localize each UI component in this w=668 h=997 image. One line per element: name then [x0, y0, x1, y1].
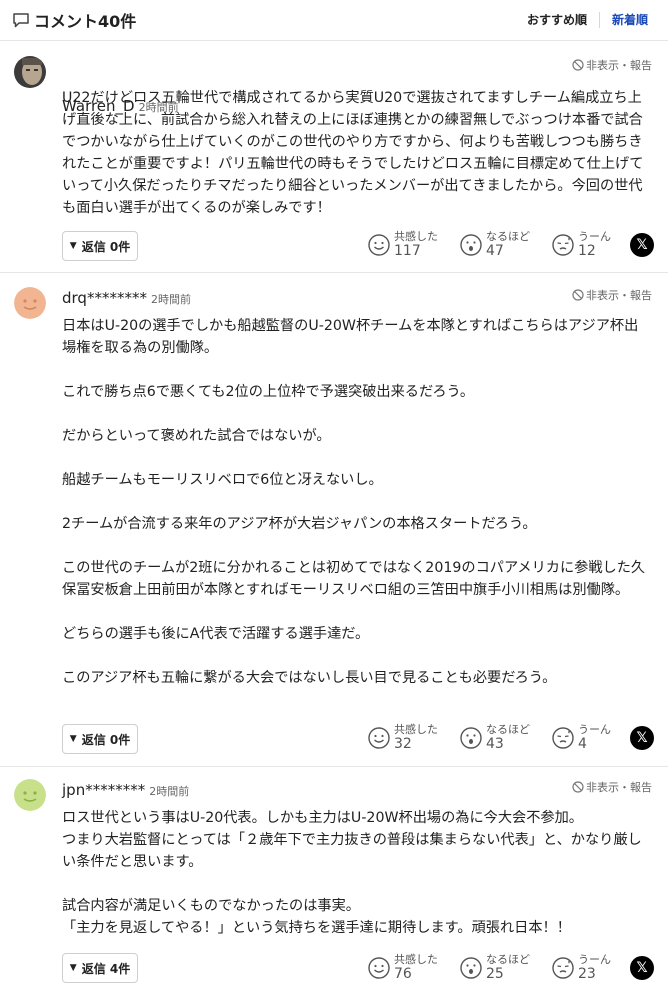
empathy-label: 共感した	[394, 953, 438, 966]
comment-body: U22だけどロス五輪世代で構成されてるから実質U20で選抜されてますしチーム編成…	[62, 87, 652, 219]
report-label: 非表示・報告	[586, 781, 652, 794]
comment-paragraph: このアジア杯も五輪に繋がる大会ではないし長い目で見ることも必要だろう。	[62, 670, 557, 686]
author-line: drq******** 2時間前	[62, 289, 191, 307]
sort-recommended-button[interactable]: おすすめ順	[527, 11, 587, 28]
comment-paragraph: 2チームが合流する来年のアジア杯が大岩ジャパンの本格スタートだろう。	[62, 516, 537, 532]
empathy-count: 32	[394, 736, 412, 752]
smile-face-icon	[368, 956, 390, 979]
empathy-button[interactable]: 共感した 117	[368, 230, 446, 259]
empathy-label: 共感した	[394, 230, 438, 243]
report-button[interactable]: 非表示・報告	[572, 779, 652, 795]
empathy-button[interactable]: 共感した 32	[368, 723, 446, 752]
sweat-face-icon	[552, 956, 574, 979]
author-line: jpn******** 2時間前	[62, 781, 189, 799]
empathy-button[interactable]: 共感した 76	[368, 953, 446, 982]
comment-paragraph: どちらの選手も後にA代表で活躍する選手達だ。	[62, 626, 370, 642]
insight-count: 25	[486, 966, 504, 982]
comment-paragraph: 日本はU-20の選手でしかも船越監督のU-20W杯チームを本隊とすればこちらはア…	[62, 318, 639, 356]
empathy-label: 共感した	[394, 723, 438, 736]
avatar[interactable]	[14, 287, 46, 319]
reply-count: 返信 4件	[81, 961, 131, 976]
hmm-button[interactable]: うーん 23	[552, 953, 626, 982]
insight-label: なるほど	[486, 723, 530, 736]
comment-paragraph: 船越チームもモーリスリベロで6位と冴えないし。	[62, 472, 383, 488]
default-avatar-icon	[14, 779, 46, 811]
comments-header: コメント40件 おすすめ順 新着順	[0, 0, 668, 41]
report-label: 非表示・報告	[586, 59, 652, 72]
hmm-label: うーん	[578, 723, 611, 736]
x-share-icon[interactable]: 𝕏	[630, 725, 654, 750]
reply-count: 返信 0件	[81, 239, 131, 254]
comment-paragraph: だからといって褒めれた試合ではないが。	[62, 428, 331, 444]
insight-button[interactable]: なるほど 25	[460, 953, 538, 982]
surprised-face-icon	[460, 956, 482, 979]
sort-options: おすすめ順 新着順	[527, 11, 648, 28]
avatar-photo-icon	[14, 56, 46, 88]
reaction-bar: 共感した 117 なるほど 47 うーん 12 𝕏	[368, 230, 654, 259]
reply-count: 返信 0件	[81, 732, 131, 747]
comment-item: drq******** 2時間前 非表示・報告 日本はU-20の選手でしかも船越…	[0, 272, 668, 766]
report-label: 非表示・報告	[586, 289, 652, 302]
hmm-label: うーん	[578, 230, 611, 243]
hmm-count: 12	[578, 243, 596, 259]
comment-paragraph: ロス世代という事はU-20代表。しかも主力はU-20W杯出場の為に今大会不参加。…	[62, 810, 642, 870]
comment-paragraph: この世代のチームが2班に分かれることは初めてではなく2019のコパアメリカに参戦…	[62, 560, 646, 598]
hmm-label: うーん	[578, 953, 611, 966]
reaction-bar: 共感した 76 なるほど 25 うーん 23 𝕏	[368, 953, 654, 982]
comment-item: Warren_D 2時間前 非表示・報告 U22だけどロス五輪世代で構成されてる…	[0, 41, 668, 272]
smile-face-icon	[368, 726, 390, 749]
post-time: 2時間前	[149, 785, 190, 798]
comment-item: jpn******** 2時間前 非表示・報告 ロス世代という事はU-20代表。…	[0, 766, 668, 997]
x-share-icon[interactable]: 𝕏	[630, 232, 654, 257]
comment-paragraph: 試合内容が満足いくものでなかったのは事実。 「主力を見返してやる！」という気持ち…	[62, 898, 571, 936]
surprised-face-icon	[460, 233, 482, 256]
sweat-face-icon	[552, 726, 574, 749]
hmm-button[interactable]: うーん 4	[552, 723, 626, 752]
sweat-face-icon	[552, 233, 574, 256]
comments-title: コメント40件	[34, 12, 137, 31]
default-avatar-icon	[14, 287, 46, 319]
reply-button[interactable]: ▼ 返信 4件	[62, 953, 138, 983]
insight-button[interactable]: なるほど 47	[460, 230, 538, 259]
reaction-bar: 共感した 32 なるほど 43 うーん 4 𝕏	[368, 723, 654, 752]
report-button[interactable]: 非表示・報告	[572, 287, 652, 303]
hmm-count: 23	[578, 966, 596, 982]
hide-icon	[572, 289, 584, 301]
report-button[interactable]: 非表示・報告	[572, 57, 652, 73]
avatar[interactable]	[14, 56, 46, 88]
avatar[interactable]	[14, 779, 46, 811]
comment-bubble-icon	[13, 13, 29, 28]
x-share-icon[interactable]: 𝕏	[630, 955, 654, 980]
comment-body: ロス世代という事はU-20代表。しかも主力はU-20W杯出場の為に今大会不参加。…	[62, 807, 652, 939]
hide-icon	[572, 59, 584, 71]
comment-body: 日本はU-20の選手でしかも船越監督のU-20W杯チームを本隊とすればこちらはア…	[62, 315, 652, 689]
chevron-down-icon: ▼	[69, 241, 77, 251]
hmm-count: 4	[578, 736, 587, 752]
sort-newest-button[interactable]: 新着順	[612, 11, 648, 28]
comments-title-wrap: コメント40件	[12, 8, 136, 32]
chevron-down-icon: ▼	[69, 963, 77, 973]
hmm-button[interactable]: うーん 12	[552, 230, 626, 259]
comment-paragraph: これで勝ち点6で悪くても2位の上位枠で予選突破出来るだろう。	[62, 384, 475, 400]
author-name[interactable]: jpn********	[62, 781, 145, 799]
empathy-count: 117	[394, 243, 421, 259]
insight-label: なるほど	[486, 953, 530, 966]
hide-icon	[572, 781, 584, 793]
reply-button[interactable]: ▼ 返信 0件	[62, 231, 138, 261]
sort-divider	[598, 11, 600, 28]
insight-label: なるほど	[486, 230, 530, 243]
insight-button[interactable]: なるほど 43	[460, 723, 538, 752]
empathy-count: 76	[394, 966, 412, 982]
comment-paragraph: U22だけどロス五輪世代で構成されてるから実質U20で選抜されてますしチーム編成…	[62, 90, 644, 216]
insight-count: 47	[486, 243, 504, 259]
reply-button[interactable]: ▼ 返信 0件	[62, 724, 138, 754]
surprised-face-icon	[460, 726, 482, 749]
author-name[interactable]: drq********	[62, 289, 147, 307]
post-time: 2時間前	[150, 293, 191, 306]
insight-count: 43	[486, 736, 504, 752]
chevron-down-icon: ▼	[69, 734, 77, 744]
smile-face-icon	[368, 233, 390, 256]
